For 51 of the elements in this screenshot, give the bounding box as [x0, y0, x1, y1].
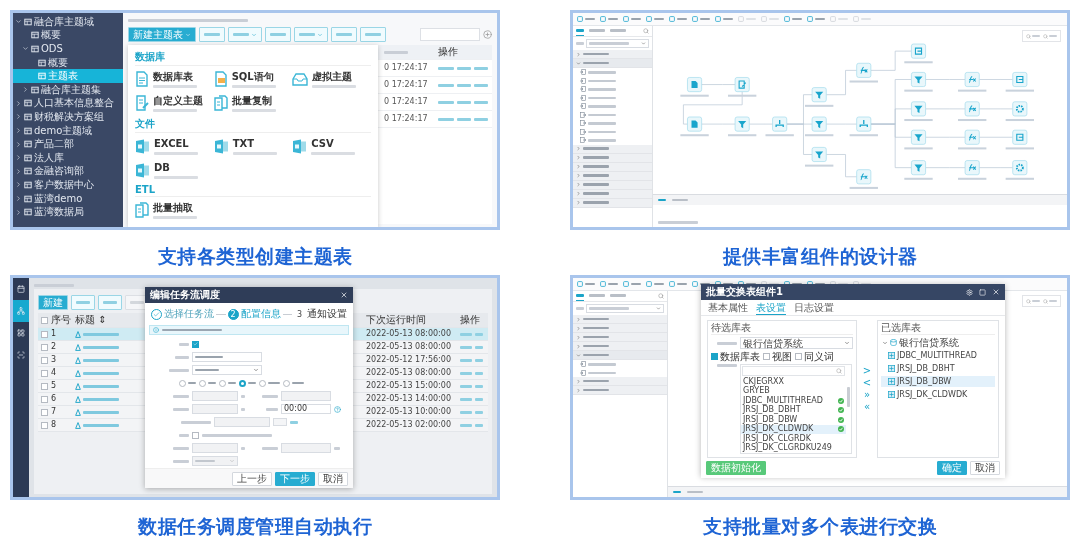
menu-item-title: EXCEL [154, 137, 190, 150]
table-cell-text: 2022-05-13 10:00:00 [366, 407, 452, 417]
caption: 提供丰富组件的设计器 [722, 244, 918, 269]
table-cell-text: 1 [51, 329, 58, 339]
table-cell-text: 2022-05-13 08:00:00 [366, 329, 452, 339]
dialog-title: 批量交换表组件1 [706, 285, 783, 299]
table-cell-text: 7 [51, 407, 58, 417]
menu-item-title: TXT [232, 137, 255, 150]
table-cell-text: 6 [51, 394, 58, 404]
menu-item-title: 数据库表 [153, 70, 194, 83]
table-cell-text: 0 17:24:17 [384, 97, 429, 107]
table-cell-text: 3 [51, 355, 58, 365]
menu-section-title: 数据库 [135, 49, 371, 66]
table-cell-text: 2022-05-13 08:00:00 [366, 342, 452, 352]
menu-item-title: DB [154, 161, 171, 174]
table-cell-text: 0 17:24:17 [384, 80, 429, 90]
table-cell-text: 2022-05-12 17:56:00 [366, 355, 452, 365]
step-label: 选择任务流 [164, 307, 214, 321]
step-marker: 2 [227, 308, 239, 320]
panel-title: 已选库表 [881, 322, 995, 335]
panel-title: 待选库表 [711, 322, 853, 335]
menu-section-title: ETL [135, 183, 371, 197]
table-cell-text: 8 [51, 420, 58, 430]
table-cell-text: 5 [51, 381, 58, 391]
caption: 支持批量对多个表进行交换 [703, 514, 937, 539]
step-marker: 3 [294, 308, 305, 320]
table-cell-text: 0 17:24:17 [384, 63, 429, 73]
table-cell-text: 0 17:24:17 [384, 114, 429, 124]
menu-item-title: 自定义主题 [153, 94, 203, 107]
menu-item-title: 批量抽取 [153, 201, 194, 214]
table-cell-text: 2022-05-13 14:00:00 [366, 394, 452, 404]
caption: 数据任务调度管理自动执行 [138, 514, 372, 539]
step-label: 配置信息 [240, 307, 281, 321]
table-cell-text: 2022-05-13 15:00:00 [366, 381, 452, 391]
menu-item-title: 虚拟主题 [312, 70, 354, 83]
menu-item-title: 批量复制 [231, 94, 273, 107]
dialog-title: 编辑任务流调度 [150, 288, 220, 302]
column-header: 序号 [51, 314, 72, 326]
menu-section-title: 文件 [135, 116, 371, 133]
table-cell-text: 2022-05-13 02:00:00 [366, 420, 452, 430]
caption: 支持各类型创建主题表 [157, 244, 353, 269]
column-header: 操作 [460, 314, 481, 326]
column-header: 下次运行时间 [366, 314, 427, 326]
step-label: 通知设置 [307, 307, 347, 321]
table-cell-text: 2022-05-13 08:00:00 [366, 368, 452, 378]
table-cell-text: 2 [51, 342, 58, 352]
menu-item-title: SQL语句 [231, 70, 275, 83]
column-header: 操作 [438, 46, 459, 58]
menu-item-title: CSV [311, 137, 335, 150]
column-header: 标题 ⇕ [75, 314, 108, 326]
table-cell-text: 4 [51, 368, 58, 378]
